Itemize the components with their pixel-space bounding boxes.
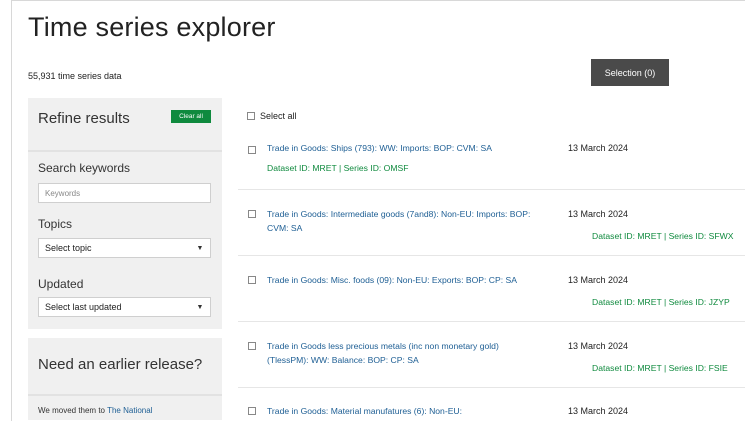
result-date: 13 March 2024 (568, 275, 629, 285)
selection-button[interactable]: Selection (0) (591, 59, 669, 86)
divider (238, 189, 745, 190)
earlier-release-text: We moved them to The National (38, 406, 152, 415)
result-item: Trade in Goods: Misc. foods (09): Non-EU… (238, 272, 745, 320)
divider (28, 150, 222, 152)
result-checkbox[interactable] (248, 146, 256, 154)
national-archives-link[interactable]: The National (107, 406, 152, 415)
updated-select-value: Select last updated (45, 302, 122, 312)
result-count: 55,931 time series data (28, 71, 122, 81)
result-date: 13 March 2024 (568, 341, 629, 351)
topics-select[interactable]: Select topic ▼ (38, 238, 211, 258)
earlier-release-panel: Need an earlier release? We moved them t… (28, 338, 222, 420)
divider (238, 255, 745, 256)
result-meta: Dataset ID: MRET | Series ID: JZYP (592, 297, 730, 307)
result-meta: Dataset ID: MRET | Series ID: FSIE (592, 363, 728, 373)
divider (238, 321, 745, 322)
result-title-link[interactable]: Trade in Goods: Material manufatures (6)… (267, 404, 567, 418)
result-date: 13 March 2024 (568, 406, 629, 416)
result-item: Trade in Goods less precious metals (inc… (238, 338, 745, 386)
select-all-row: Select all (247, 111, 297, 121)
search-input[interactable]: Keywords (38, 183, 211, 203)
result-item: Trade in Goods: Material manufatures (6)… (238, 403, 745, 420)
result-checkbox[interactable] (248, 342, 256, 350)
result-title-link[interactable]: Trade in Goods: Ships (793): WW: Imports… (267, 141, 532, 155)
result-checkbox[interactable] (248, 210, 256, 218)
result-item: Trade in Goods: Intermediate goods (7and… (238, 206, 745, 254)
topics-label: Topics (38, 217, 73, 231)
divider (28, 394, 222, 396)
chevron-down-icon: ▼ (196, 303, 204, 311)
divider (238, 387, 745, 388)
result-checkbox[interactable] (248, 407, 256, 415)
earlier-release-prefix: We moved them to (38, 406, 108, 415)
chevron-down-icon: ▼ (196, 244, 204, 252)
earlier-release-title: Need an earlier release? (38, 356, 203, 373)
result-item: Trade in Goods: Ships (793): WW: Imports… (238, 140, 745, 188)
topics-select-value: Select topic (45, 243, 92, 253)
result-title-link[interactable]: Trade in Goods less precious metals (inc… (267, 339, 532, 367)
select-all-label: Select all (260, 111, 297, 121)
clear-all-button[interactable]: Clear all (171, 110, 211, 123)
select-all-checkbox[interactable] (247, 112, 255, 120)
updated-label: Updated (38, 277, 84, 291)
result-date: 13 March 2024 (568, 209, 629, 219)
result-checkbox[interactable] (248, 276, 256, 284)
result-date: 13 March 2024 (568, 143, 629, 153)
result-meta: Dataset ID: MRET | Series ID: OMSF (267, 163, 409, 173)
search-label: Search keywords (38, 161, 131, 175)
page-title: Time series explorer (28, 12, 276, 42)
refine-panel: Refine results Clear all Search keywords… (28, 98, 222, 329)
updated-select[interactable]: Select last updated ▼ (38, 297, 211, 317)
refine-title: Refine results (38, 110, 130, 127)
result-title-link[interactable]: Trade in Goods: Intermediate goods (7and… (267, 207, 532, 235)
result-title-link[interactable]: Trade in Goods: Misc. foods (09): Non-EU… (267, 273, 532, 287)
result-meta: Dataset ID: MRET | Series ID: SFWX (592, 231, 734, 241)
